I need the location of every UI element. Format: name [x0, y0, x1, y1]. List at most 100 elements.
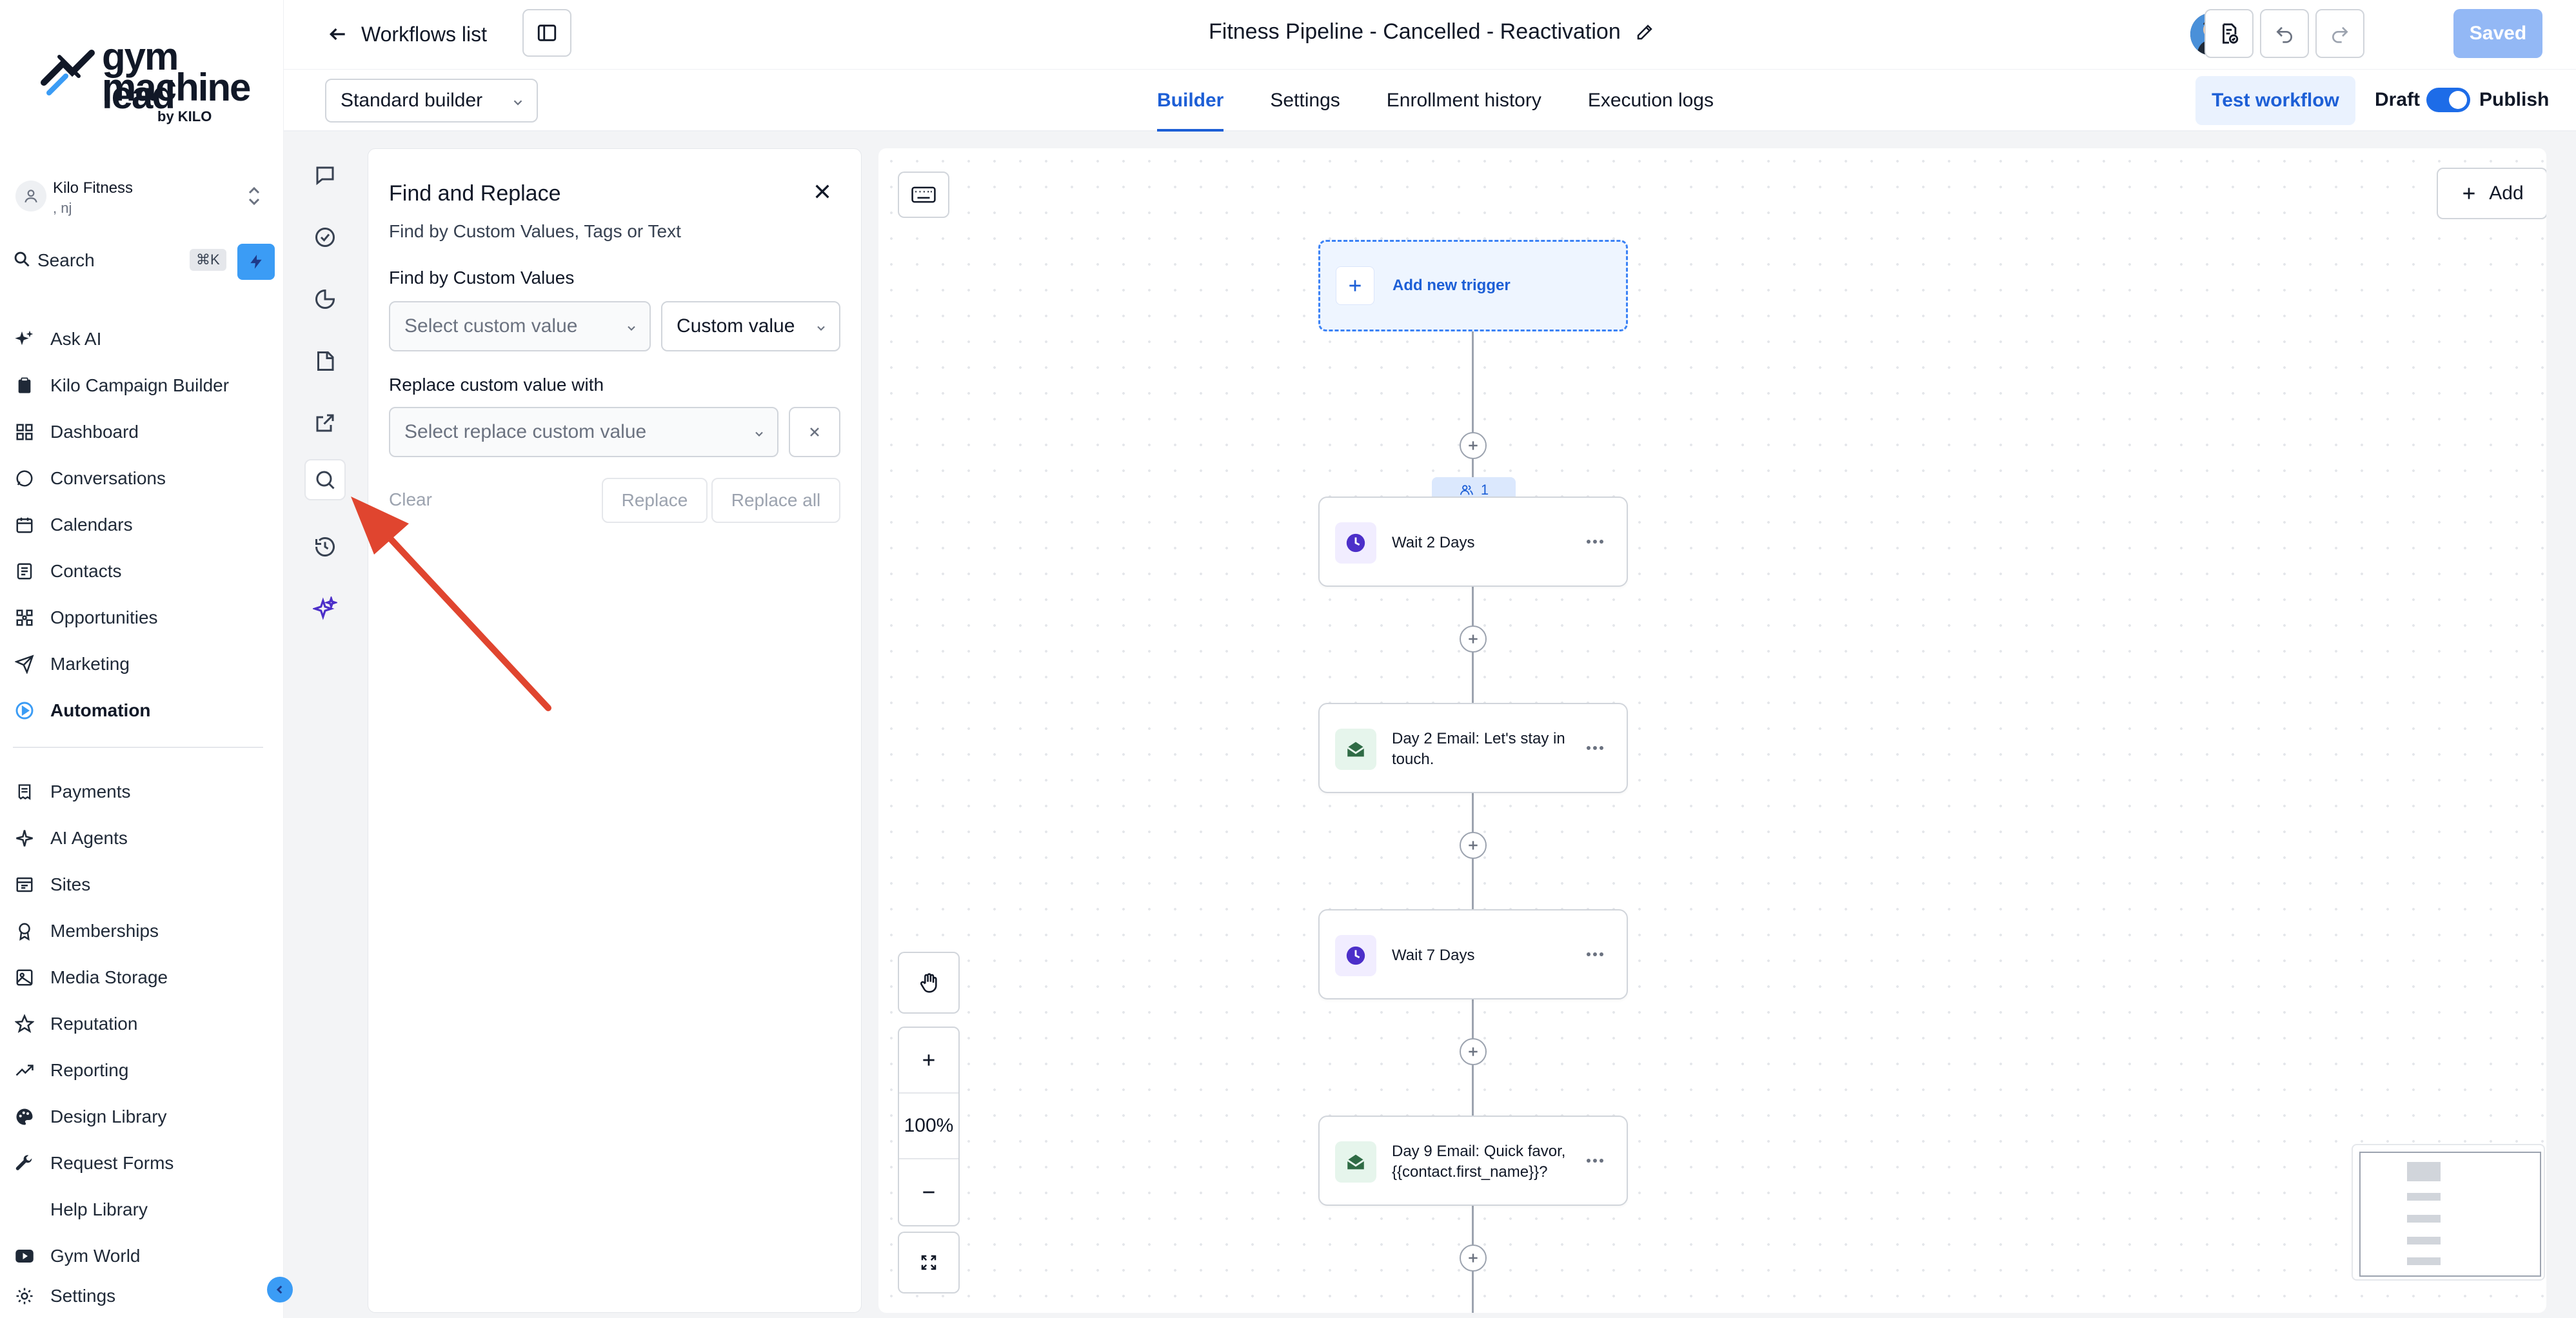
- workflow-notes-button[interactable]: [2204, 9, 2254, 58]
- sidebar-item-calendars[interactable]: Calendars: [13, 502, 271, 548]
- tab-settings[interactable]: Settings: [1270, 70, 1340, 132]
- rail-history-button[interactable]: [304, 526, 346, 567]
- sidebar-item-conversations[interactable]: Conversations: [13, 455, 271, 502]
- fit-view-button[interactable]: [899, 1233, 958, 1292]
- zoom-out-button[interactable]: [899, 1159, 958, 1225]
- more-horizontal-icon[interactable]: [1585, 535, 1605, 548]
- sidebar-item-request-forms[interactable]: Request Forms: [13, 1140, 271, 1186]
- undo-button[interactable]: [2260, 9, 2309, 58]
- email-step-node[interactable]: Day 9 Email: Quick favor, {{contact.firs…: [1318, 1116, 1628, 1206]
- redo-button[interactable]: [2315, 9, 2364, 58]
- add-step-button[interactable]: [1460, 1244, 1487, 1272]
- sidebar-search[interactable]: Search ⌘K: [13, 244, 277, 280]
- add-step-button[interactable]: [1460, 832, 1487, 859]
- back-to-workflows-link[interactable]: Workflows list: [328, 18, 487, 50]
- sidebar-item-design-library[interactable]: Design Library: [13, 1094, 271, 1140]
- add-trigger-card[interactable]: Add new trigger: [1318, 240, 1628, 331]
- sidebar-item-settings[interactable]: Settings: [13, 1279, 271, 1313]
- logo-text-line2: machine: [102, 66, 251, 109]
- builder-mode-value: Standard builder: [341, 90, 483, 111]
- tab-execution-logs[interactable]: Execution logs: [1588, 70, 1714, 132]
- rail-stats-button[interactable]: [304, 279, 346, 320]
- zoom-in-button[interactable]: [899, 1028, 958, 1094]
- rail-comments-button[interactable]: [304, 155, 346, 196]
- sidebar-item-marketing[interactable]: Marketing: [13, 641, 271, 687]
- clock-icon: [1346, 946, 1365, 965]
- opportunities-icon: [16, 609, 33, 626]
- wait-step-node[interactable]: Wait 2 Days: [1318, 497, 1628, 587]
- rail-ai-button[interactable]: [304, 588, 346, 629]
- sidebar-item-ask-ai[interactable]: Ask AI: [13, 316, 271, 362]
- find-type-select[interactable]: Custom value: [661, 301, 840, 351]
- toggle-knob: [2449, 91, 2467, 109]
- saved-button[interactable]: Saved: [2453, 9, 2542, 58]
- sidebar-item-memberships[interactable]: Memberships: [13, 908, 271, 954]
- toggle-panel-button[interactable]: [522, 9, 571, 57]
- builder-mode-select[interactable]: Standard builder: [325, 79, 538, 123]
- clear-link[interactable]: Clear: [389, 489, 432, 510]
- comment-icon: [316, 166, 334, 186]
- rail-checklist-button[interactable]: [304, 217, 346, 258]
- keyboard-shortcuts-button[interactable]: [898, 172, 949, 218]
- rail-external-link-button[interactable]: [304, 402, 346, 444]
- close-icon[interactable]: [812, 181, 833, 202]
- more-horizontal-icon[interactable]: [1585, 742, 1605, 754]
- sidebar-item-sites[interactable]: Sites: [13, 861, 271, 908]
- sidebar-item-label: Settings: [50, 1286, 116, 1306]
- collapse-sidebar-button[interactable]: [267, 1277, 293, 1303]
- minus-icon: [923, 1191, 935, 1194]
- zoom-controls: 100%: [898, 1027, 960, 1226]
- sidebar-item-contacts[interactable]: Contacts: [13, 548, 271, 595]
- replace-custom-value-select[interactable]: Select replace custom value: [389, 407, 778, 457]
- sidebar-item-reporting[interactable]: Reporting: [13, 1047, 271, 1094]
- publish-toggle[interactable]: [2426, 88, 2470, 112]
- replace-button[interactable]: Replace: [602, 478, 708, 523]
- rail-find-replace-button[interactable]: [304, 459, 346, 500]
- sidebar-item-label: Media Storage: [50, 967, 168, 987]
- replace-all-button[interactable]: Replace all: [711, 478, 840, 523]
- clear-replace-value-button[interactable]: [789, 407, 840, 457]
- workflow-title[interactable]: Fitness Pipeline - Cancelled - Reactivat…: [1209, 19, 1654, 44]
- sidebar-item-media-storage[interactable]: Media Storage: [13, 954, 271, 1001]
- canvas-minimap[interactable]: [2352, 1144, 2545, 1281]
- account-switcher[interactable]: Kilo Fitness , nj: [13, 174, 271, 219]
- chat-bubble-icon: [16, 470, 33, 487]
- add-step-button[interactable]: [1460, 625, 1487, 653]
- tab-builder[interactable]: Builder: [1157, 70, 1224, 132]
- pan-tool-button[interactable]: [899, 953, 958, 1012]
- panel-subtitle: Find by Custom Values, Tags or Text: [389, 221, 681, 241]
- sidebar-item-help-library[interactable]: Help Library: [13, 1186, 271, 1233]
- more-horizontal-icon[interactable]: [1585, 1154, 1605, 1167]
- sidebar-item-ai-agents[interactable]: AI Agents: [13, 815, 271, 861]
- brand-logo[interactable]: gym lead machine by KILO: [40, 37, 251, 134]
- minimap-node: [2407, 1193, 2441, 1201]
- sidebar-item-gym-world[interactable]: Gym World: [13, 1233, 271, 1279]
- add-step-button[interactable]: [1460, 1038, 1487, 1065]
- sidebar-item-reputation[interactable]: Reputation: [13, 1001, 271, 1047]
- sidebar-item-kilo-campaign-builder[interactable]: Kilo Campaign Builder: [13, 362, 271, 409]
- pencil-icon[interactable]: [1635, 23, 1654, 42]
- sidebar-item-label: Design Library: [50, 1107, 167, 1126]
- panel-title: Find and Replace: [389, 181, 561, 206]
- more-horizontal-icon[interactable]: [1585, 948, 1605, 961]
- youtube-icon: [15, 1250, 34, 1263]
- sidebar-item-automation[interactable]: Automation: [13, 687, 271, 734]
- sidebar-item-label: Gym World: [50, 1246, 141, 1266]
- quick-action-button[interactable]: [237, 244, 275, 280]
- sidebar-item-dashboard[interactable]: Dashboard: [13, 409, 271, 455]
- email-step-node[interactable]: Day 2 Email: Let's stay in touch.: [1318, 703, 1628, 793]
- test-workflow-button[interactable]: Test workflow: [2195, 76, 2355, 125]
- sidebar-item-opportunities[interactable]: Opportunities: [13, 595, 271, 641]
- add-step-button[interactable]: [1460, 432, 1487, 459]
- sidebar-item-payments[interactable]: Payments: [13, 769, 271, 815]
- workflow-canvas[interactable]: Add Add new trigger 1 Wait 2 Days Day 2 …: [878, 148, 2546, 1313]
- tab-enrollment-history[interactable]: Enrollment history: [1387, 70, 1541, 132]
- step-label: Wait 2 Days: [1392, 534, 1475, 551]
- add-element-button[interactable]: Add: [2437, 168, 2546, 219]
- users-icon: [1460, 485, 1473, 495]
- rail-notes-button[interactable]: [304, 340, 346, 382]
- chevron-up-down-icon[interactable]: [245, 183, 263, 209]
- find-custom-value-select[interactable]: Select custom value: [389, 301, 651, 351]
- redo-icon: [2332, 26, 2348, 43]
- wait-step-node[interactable]: Wait 7 Days: [1318, 909, 1628, 999]
